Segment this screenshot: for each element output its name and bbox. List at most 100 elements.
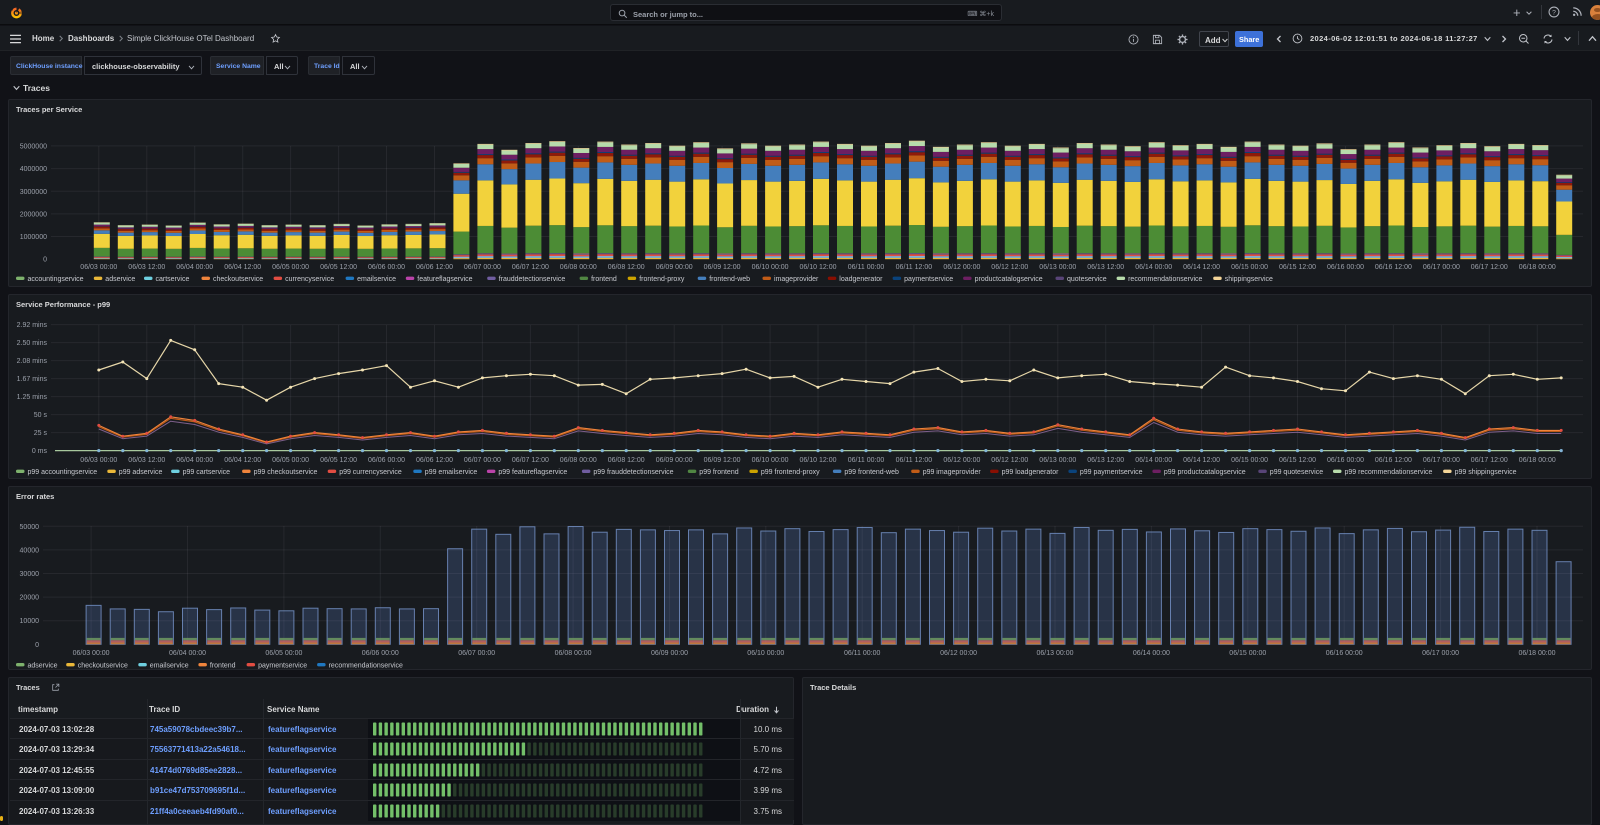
svg-text:emailservice: emailservice: [357, 276, 396, 283]
svg-text:p99 currencyservice: p99 currencyservice: [339, 469, 402, 476]
svg-text:06/15 12:00: 06/15 12:00: [1279, 457, 1316, 464]
svg-text:3000000: 3000000: [20, 189, 47, 196]
svg-text:06/10 12:00: 06/10 12:00: [800, 264, 837, 271]
svg-text:06/06 12:00: 06/06 12:00: [416, 457, 453, 464]
svg-text:06/18 00:00: 06/18 00:00: [1519, 457, 1556, 464]
svg-text:frontend: frontend: [210, 663, 236, 670]
svg-text:p99 paymentservice: p99 paymentservice: [1080, 469, 1143, 476]
svg-text:06/13 00:00: 06/13 00:00: [1039, 457, 1076, 464]
svg-text:0: 0: [43, 257, 47, 264]
svg-text:productcatalogservice: productcatalogservice: [975, 276, 1043, 283]
svg-text:06/06 00:00: 06/06 00:00: [362, 650, 399, 657]
svg-text:06/17 00:00: 06/17 00:00: [1422, 650, 1459, 657]
svg-text:1.25 mins: 1.25 mins: [17, 394, 48, 401]
svg-text:p99 imageprovider: p99 imageprovider: [923, 469, 982, 476]
svg-text:06/08 00:00: 06/08 00:00: [560, 264, 597, 271]
svg-text:5000000: 5000000: [20, 143, 47, 150]
svg-text:06/14 12:00: 06/14 12:00: [1183, 264, 1220, 271]
svg-text:06/03 00:00: 06/03 00:00: [80, 457, 117, 464]
svg-text:06/16 12:00: 06/16 12:00: [1375, 264, 1412, 271]
svg-text:06/03 00:00: 06/03 00:00: [80, 264, 117, 271]
svg-text:p99 checkoutservice: p99 checkoutservice: [254, 469, 318, 476]
svg-text:06/04 12:00: 06/04 12:00: [224, 457, 261, 464]
svg-text:06/17 00:00: 06/17 00:00: [1423, 264, 1460, 271]
svg-text:30000: 30000: [20, 571, 40, 578]
svg-text:loadgenerator: loadgenerator: [839, 276, 883, 283]
svg-text:p99 quoteservice: p99 quoteservice: [1270, 469, 1323, 476]
svg-text:p99 frauddetectionservice: p99 frauddetectionservice: [593, 469, 673, 476]
svg-text:06/05 00:00: 06/05 00:00: [272, 457, 309, 464]
svg-text:25 s: 25 s: [34, 430, 48, 437]
svg-text:checkoutservice: checkoutservice: [213, 276, 263, 283]
svg-text:06/06 00:00: 06/06 00:00: [368, 457, 405, 464]
svg-text:2.92 mins: 2.92 mins: [17, 322, 48, 329]
svg-text:frontend-web: frontend-web: [709, 276, 750, 283]
svg-text:1000000: 1000000: [20, 234, 47, 241]
svg-text:adservice: adservice: [105, 276, 135, 283]
svg-text:0: 0: [35, 642, 39, 649]
svg-text:06/12 12:00: 06/12 12:00: [991, 457, 1028, 464]
svg-text:p99 frontend: p99 frontend: [699, 469, 738, 476]
svg-text:06/09 00:00: 06/09 00:00: [656, 457, 693, 464]
svg-text:p99 loadgenerator: p99 loadgenerator: [1002, 469, 1059, 476]
svg-text:06/12 00:00: 06/12 00:00: [943, 457, 980, 464]
svg-text:06/13 12:00: 06/13 12:00: [1087, 457, 1124, 464]
svg-text:06/05 00:00: 06/05 00:00: [272, 264, 309, 271]
svg-text:06/07 12:00: 06/07 12:00: [512, 457, 549, 464]
svg-text:06/10 00:00: 06/10 00:00: [747, 650, 784, 657]
svg-text:06/10 12:00: 06/10 12:00: [800, 457, 837, 464]
svg-text:2.50 mins: 2.50 mins: [17, 340, 48, 347]
svg-text:p99 featureflagservice: p99 featureflagservice: [498, 469, 567, 476]
svg-text:10000: 10000: [20, 618, 40, 625]
svg-text:06/09 00:00: 06/09 00:00: [656, 264, 693, 271]
svg-text:06/03 12:00: 06/03 12:00: [128, 264, 165, 271]
svg-text:06/17 12:00: 06/17 12:00: [1471, 264, 1508, 271]
svg-text:06/16 00:00: 06/16 00:00: [1326, 650, 1363, 657]
svg-text:06/14 00:00: 06/14 00:00: [1133, 650, 1170, 657]
svg-text:p99 productcatalogservice: p99 productcatalogservice: [1164, 469, 1246, 476]
svg-text:4000000: 4000000: [20, 166, 47, 173]
svg-text:06/04 00:00: 06/04 00:00: [176, 264, 213, 271]
svg-text:recommendationservice: recommendationservice: [329, 663, 403, 670]
svg-text:featureflagservice: featureflagservice: [417, 276, 472, 283]
svg-text:p99 recommendationservice: p99 recommendationservice: [1345, 469, 1433, 476]
svg-text:p99 shippingservice: p99 shippingservice: [1455, 469, 1517, 476]
svg-text:06/16 00:00: 06/16 00:00: [1327, 264, 1364, 271]
svg-text:06/12 12:00: 06/12 12:00: [991, 264, 1028, 271]
svg-text:06/08 12:00: 06/08 12:00: [608, 457, 645, 464]
svg-text:06/14 00:00: 06/14 00:00: [1135, 457, 1172, 464]
svg-text:06/04 00:00: 06/04 00:00: [169, 650, 206, 657]
svg-text:p99 adservice: p99 adservice: [119, 469, 163, 476]
svg-text:06/07 00:00: 06/07 00:00: [464, 264, 501, 271]
svg-text:frontend: frontend: [591, 276, 617, 283]
svg-text:06/13 00:00: 06/13 00:00: [1039, 264, 1076, 271]
svg-text:06/15 00:00: 06/15 00:00: [1231, 264, 1268, 271]
svg-text:06/14 12:00: 06/14 12:00: [1183, 457, 1220, 464]
svg-text:06/06 00:00: 06/06 00:00: [368, 264, 405, 271]
svg-text:06/04 00:00: 06/04 00:00: [176, 457, 213, 464]
svg-text:06/11 12:00: 06/11 12:00: [896, 264, 933, 271]
svg-text:imageprovider: imageprovider: [774, 276, 819, 283]
svg-text:p99 frontend-proxy: p99 frontend-proxy: [761, 469, 820, 476]
svg-text:06/18 00:00: 06/18 00:00: [1519, 264, 1556, 271]
svg-text:06/11 00:00: 06/11 00:00: [848, 264, 885, 271]
svg-text:06/12 00:00: 06/12 00:00: [943, 264, 980, 271]
svg-text:06/03 00:00: 06/03 00:00: [73, 650, 110, 657]
svg-text:06/05 12:00: 06/05 12:00: [320, 457, 357, 464]
svg-text:06/10 00:00: 06/10 00:00: [752, 457, 789, 464]
svg-text:06/09 12:00: 06/09 12:00: [704, 457, 741, 464]
svg-text:50 s: 50 s: [34, 412, 48, 419]
svg-text:p99 cartservice: p99 cartservice: [183, 469, 231, 476]
svg-text:06/11 00:00: 06/11 00:00: [848, 457, 885, 464]
svg-text:frontend-proxy: frontend-proxy: [639, 276, 685, 283]
svg-text:06/14 00:00: 06/14 00:00: [1135, 264, 1172, 271]
svg-text:shippingservice: shippingservice: [1225, 276, 1273, 283]
svg-text:emailservice: emailservice: [150, 663, 189, 670]
svg-text:06/07 00:00: 06/07 00:00: [458, 650, 495, 657]
svg-text:06/04 12:00: 06/04 12:00: [224, 264, 261, 271]
svg-text:06/09 00:00: 06/09 00:00: [651, 650, 688, 657]
svg-text:paymentservice: paymentservice: [904, 276, 953, 283]
svg-text:06/13 00:00: 06/13 00:00: [1037, 650, 1074, 657]
svg-text:2000000: 2000000: [20, 211, 47, 218]
svg-text:06/16 00:00: 06/16 00:00: [1327, 457, 1364, 464]
